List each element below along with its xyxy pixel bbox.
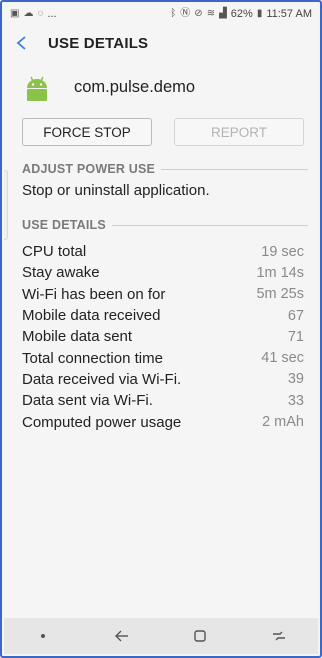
- status-ellipsis: ...: [47, 8, 57, 20]
- list-item: Stay awake 1m 14s: [22, 262, 304, 283]
- detail-value: 39: [287, 371, 304, 388]
- whatsapp-icon: ◌: [37, 8, 44, 19]
- app-header: com.pulse.demo: [22, 69, 195, 105]
- navigation-bar: [4, 618, 318, 654]
- list-item: Wi-Fi has been on for 5m 25s: [22, 284, 304, 305]
- home-icon: [194, 630, 206, 642]
- dot-icon: [41, 634, 46, 638]
- details-list: CPU total 19 sec Stay awake 1m 14s Wi-Fi…: [22, 241, 304, 433]
- detail-label: CPU total: [22, 243, 87, 261]
- adjust-power-header: ADJUST POWER USE: [22, 161, 308, 177]
- bluetooth-icon: ᛒ: [170, 8, 177, 19]
- edge-panel-handle[interactable]: [4, 170, 8, 240]
- mute-icon: ⊘: [194, 8, 203, 19]
- nav-back-button[interactable]: [102, 621, 142, 651]
- detail-value: 5m 25s: [256, 286, 304, 303]
- recents-icon: [272, 631, 285, 641]
- detail-value: 1m 14s: [256, 264, 304, 281]
- cloud-icon: ☁: [23, 8, 34, 19]
- back-icon: [114, 630, 128, 642]
- image-icon: ▣: [10, 8, 20, 19]
- detail-label: Mobile data sent: [22, 328, 133, 346]
- detail-label: Data sent via Wi-Fi.: [22, 392, 153, 410]
- list-item: Data received via Wi-Fi. 39: [22, 369, 304, 390]
- use-details-header: USE DETAILS: [22, 217, 308, 233]
- battery-icon: ▮: [256, 8, 263, 19]
- detail-label: Total connection time: [22, 349, 163, 367]
- detail-label: Stay awake: [22, 264, 100, 282]
- detail-label: Wi-Fi has been on for: [22, 285, 166, 303]
- detail-label: Mobile data received: [22, 307, 161, 325]
- back-arrow-icon: [16, 36, 26, 50]
- force-stop-button[interactable]: FORCE STOP: [22, 118, 152, 146]
- list-item: Data sent via Wi-Fi. 33: [22, 390, 304, 411]
- app-bar: USE DETAILS: [4, 26, 318, 60]
- report-button[interactable]: REPORT: [174, 118, 304, 146]
- adjust-power-label: ADJUST POWER USE: [22, 162, 156, 176]
- use-details-label: USE DETAILS: [22, 218, 106, 232]
- adjust-power-item[interactable]: Stop or uninstall application.: [22, 182, 210, 199]
- page-title: USE DETAILS: [48, 34, 149, 52]
- battery-percent: 62%: [230, 8, 253, 20]
- android-icon: [27, 76, 47, 101]
- detail-value: 2 mAh: [262, 414, 304, 431]
- back-button[interactable]: [4, 26, 40, 60]
- list-item: Computed power usage 2 mAh: [22, 411, 304, 432]
- wifi-icon: ≋: [206, 8, 216, 19]
- detail-value: 71: [287, 328, 304, 345]
- app-name: com.pulse.demo: [74, 77, 196, 96]
- nfc-icon: Ⓝ: [180, 8, 191, 19]
- list-item: Total connection time 41 sec: [22, 347, 304, 368]
- detail-label: Data received via Wi-Fi.: [22, 370, 182, 388]
- section-divider: [111, 224, 308, 226]
- list-item: Mobile data received 67: [22, 305, 304, 326]
- detail-value: 33: [287, 392, 304, 409]
- status-left: ▣ ☁ ◌ ...: [10, 8, 57, 20]
- signal-icon: ▟: [219, 8, 227, 19]
- status-bar: ▣ ☁ ◌ ... ᛒ Ⓝ ⊘ ≋ ▟ 62% ▮ 11:57 AM: [4, 4, 318, 24]
- detail-label: Computed power usage: [22, 413, 182, 431]
- nav-dot-button[interactable]: [23, 621, 63, 651]
- detail-value: 41 sec: [261, 350, 304, 367]
- action-buttons: FORCE STOP REPORT: [22, 118, 304, 146]
- detail-value: 67: [287, 307, 304, 324]
- nav-recents-button[interactable]: [259, 621, 299, 651]
- device-frame: ▣ ☁ ◌ ... ᛒ Ⓝ ⊘ ≋ ▟ 62% ▮ 11:57 AM USE D…: [0, 0, 322, 658]
- status-time: 11:57 AM: [266, 8, 312, 20]
- nav-home-button[interactable]: [180, 621, 220, 651]
- status-right: ᛒ Ⓝ ⊘ ≋ ▟ 62% ▮ 11:57 AM: [170, 8, 312, 20]
- detail-value: 19 sec: [261, 243, 304, 260]
- section-divider: [161, 168, 308, 170]
- list-item: CPU total 19 sec: [22, 241, 304, 262]
- list-item: Mobile data sent 71: [22, 326, 304, 347]
